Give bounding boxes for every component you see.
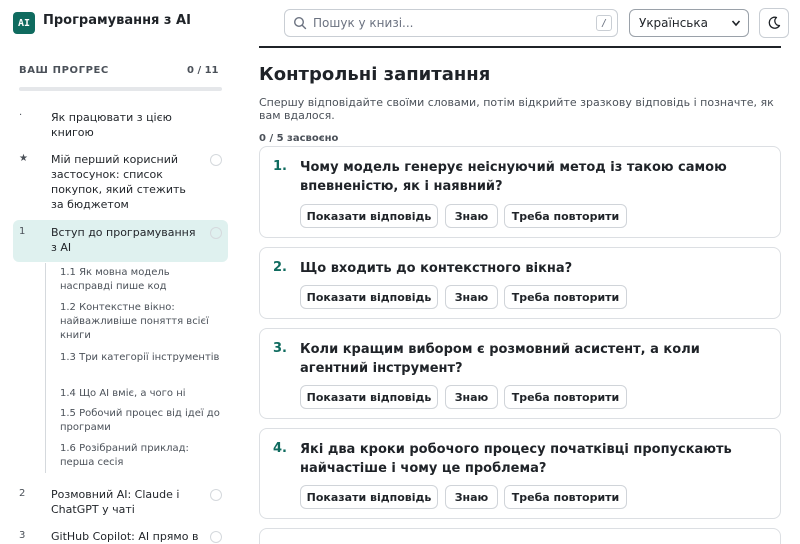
show-answer-button[interactable]: Показати відповідь <box>300 385 438 409</box>
sidebar: ВАШ ПРОГРЕС 0 / 11 · Як працювати з цією… <box>0 46 240 544</box>
completion-circle-icon[interactable] <box>210 154 222 166</box>
know-button[interactable]: Знаю <box>445 285 498 309</box>
completion-circle-icon[interactable] <box>210 227 222 239</box>
know-button[interactable]: Знаю <box>445 485 498 509</box>
question-text: Коли кращим вибором є розмовний асистент… <box>300 342 700 376</box>
language-value: Українська <box>639 16 708 30</box>
sidebar-item-number: 3 <box>19 530 26 541</box>
sidebar-item-marker: · <box>19 110 23 121</box>
question-card: 1. Чому модель генерує неіснуючий метод … <box>259 146 781 238</box>
sidebar-item-chapter-1[interactable]: 1 Вступ до програмування з AI <box>13 220 228 262</box>
question-text: Чому модель генерує неіснуючий метод із … <box>300 160 727 194</box>
question-card <box>259 528 781 544</box>
subsection-1-4[interactable]: 1.4 Що AI вміє, а чого ні <box>60 387 225 401</box>
page-title: Контрольні запитання <box>259 64 491 85</box>
mastered-count: 0 / 5 засвоєно <box>259 133 339 144</box>
subsection-1-2[interactable]: 1.2 Контекстне вікно: найважливіше понят… <box>60 301 225 343</box>
star-icon: ★ <box>19 153 28 164</box>
sidebar-item-label: Розмовний AI: Claude і ChatGPT у чаті <box>51 488 180 516</box>
show-answer-button[interactable]: Показати відповідь <box>300 485 438 509</box>
need-review-button[interactable]: Треба повторити <box>504 204 627 228</box>
need-review-button[interactable]: Треба повторити <box>504 485 627 509</box>
sidebar-item-number: 1 <box>19 226 26 237</box>
theme-toggle-button[interactable] <box>759 8 789 38</box>
subsection-1-6[interactable]: 1.6 Розібраний приклад: перша сесія <box>60 442 225 470</box>
app-logo[interactable]: AI <box>13 12 35 34</box>
sidebar-item-label: GitHub Copilot: AI прямо в <box>51 530 199 543</box>
page-description: Спершу відповідайте своїми словами, поті… <box>259 96 774 122</box>
know-button[interactable]: Знаю <box>445 385 498 409</box>
search-shortcut-key: / <box>596 15 612 31</box>
show-answer-button[interactable]: Показати відповідь <box>300 285 438 309</box>
question-number: 4. <box>273 441 287 456</box>
question-text: Що входить до контекстного вікна? <box>300 261 573 276</box>
sidebar-item-how-to-use[interactable]: · Як працювати з цією книгою <box>13 108 228 142</box>
progress-label: ВАШ ПРОГРЕС <box>19 65 109 76</box>
sidebar-item-chapter-3[interactable]: 3 GitHub Copilot: AI прямо в <box>13 529 228 544</box>
completion-circle-icon[interactable] <box>210 531 222 543</box>
content-top-divider <box>259 46 781 48</box>
app-title[interactable]: Програмування з AI <box>43 13 191 28</box>
sidebar-item-first-app[interactable]: ★ Мій перший корисний застосунок: список… <box>13 151 228 213</box>
language-select[interactable]: Українська <box>629 9 749 37</box>
question-card: 3. Коли кращим вибором є розмовний асист… <box>259 328 781 419</box>
sidebar-item-label: Як працювати з цією книгою <box>51 111 172 139</box>
question-number: 2. <box>273 260 287 275</box>
sidebar-item-label: Вступ до програмування з AI <box>51 226 196 254</box>
question-number: 1. <box>273 159 287 174</box>
sidebar-item-chapter-2[interactable]: 2 Розмовний AI: Claude і ChatGPT у чаті <box>13 487 228 521</box>
question-number: 3. <box>273 341 287 356</box>
completion-circle-icon[interactable] <box>210 489 222 501</box>
need-review-button[interactable]: Треба повторити <box>504 385 627 409</box>
question-card: 2. Що входить до контекстного вікна? Пок… <box>259 247 781 319</box>
sidebar-item-label: Мій перший корисний застосунок: список п… <box>51 153 186 211</box>
search-icon <box>293 16 307 30</box>
show-answer-button[interactable]: Показати відповідь <box>300 204 438 228</box>
subsection-1-3[interactable]: 1.3 Три категорії інструментів <box>60 351 225 365</box>
chevron-down-icon <box>731 20 741 27</box>
subsection-1-5[interactable]: 1.5 Робочий процес від ідеї до програми <box>60 407 225 435</box>
question-card: 4. Які два кроки робочого процесу початк… <box>259 428 781 519</box>
need-review-button[interactable]: Треба повторити <box>504 285 627 309</box>
moon-icon <box>768 16 781 29</box>
progress-bar <box>19 87 222 91</box>
subsection-1-1[interactable]: 1.1 Як мовна модель насправді пише код <box>60 266 225 294</box>
know-button[interactable]: Знаю <box>445 204 498 228</box>
search-input[interactable]: Пошук у книзі... / <box>284 9 618 37</box>
top-header: AI Програмування з AI Пошук у книзі... /… <box>0 0 800 46</box>
progress-count: 0 / 11 <box>187 65 219 76</box>
search-placeholder: Пошук у книзі... <box>313 16 414 30</box>
subsection-divider <box>45 263 46 473</box>
sidebar-item-number: 2 <box>19 488 26 499</box>
question-text: Які два кроки робочого процесу початківц… <box>300 442 732 476</box>
